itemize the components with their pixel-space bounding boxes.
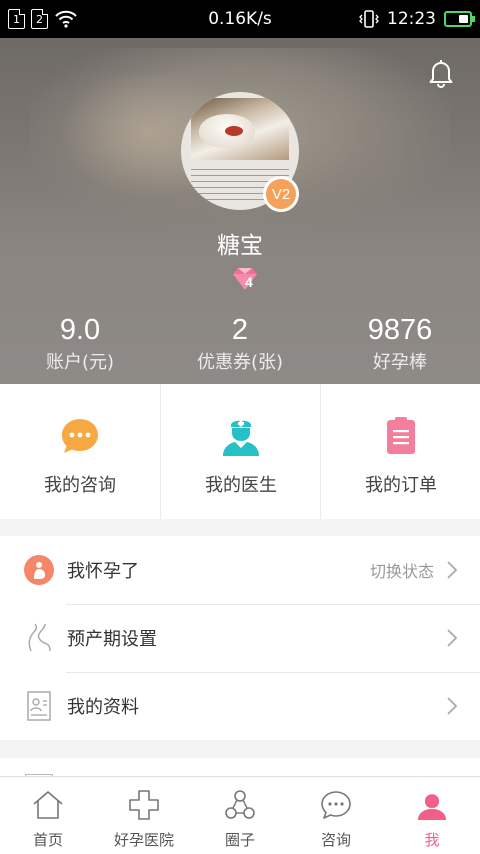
stat-coupons[interactable]: 2 优惠券(张) <box>160 312 320 374</box>
list-item-label: 我的资料 <box>67 697 139 718</box>
chevron-right-icon <box>447 629 458 647</box>
vip-badge: V2 <box>263 176 299 212</box>
chevron-right-icon <box>447 561 458 579</box>
stat-value: 2 <box>231 314 249 346</box>
chat-bubble-icon <box>62 419 98 453</box>
tab-bar: 首页 好孕医院 圈子 咨询 我 <box>0 776 480 854</box>
belly-outline-icon <box>28 623 51 652</box>
chat-icon <box>321 791 351 819</box>
circle-community-icon <box>225 790 255 819</box>
sim2-label: 2 <box>36 12 43 26</box>
tab-consult[interactable]: 咨询 <box>288 777 384 854</box>
sim2-icon: 2 <box>31 9 48 29</box>
tab-me[interactable]: 我 <box>384 777 480 854</box>
tab-label: 好孕医院 <box>113 831 174 849</box>
clipboard-icon <box>387 417 415 454</box>
switch-status-label: 切换状态 <box>369 562 434 581</box>
sim1-icon: 1 <box>8 9 25 29</box>
wifi-icon <box>55 10 77 28</box>
status-bar: 1 2 0.16K/s 12:23 <box>0 0 480 38</box>
chevron-right-icon <box>447 697 458 715</box>
stat-label: 好孕棒 <box>373 352 427 373</box>
quick-item-doctor[interactable]: 我的医生 <box>160 384 320 519</box>
tab-home[interactable]: 首页 <box>0 777 96 854</box>
list-item-partial[interactable] <box>0 758 480 778</box>
status-right: 12:23 <box>302 9 475 29</box>
clock: 12:23 <box>387 9 436 29</box>
stat-value: 9.0 <box>59 314 101 346</box>
level-number: 4 <box>245 274 253 290</box>
list-item-label: 预产期设置 <box>67 629 157 650</box>
stat-account[interactable]: 9.0 账户(元) <box>0 312 160 374</box>
tab-hospital[interactable]: 好孕医院 <box>96 777 192 854</box>
tab-label: 咨询 <box>320 831 351 849</box>
stat-label: 优惠券(张) <box>196 352 284 373</box>
sim1-label: 1 <box>13 12 20 26</box>
network-speed: 0.16K/s <box>208 9 272 29</box>
list-item-label: 我怀孕了 <box>67 561 139 582</box>
list-item-due-date[interactable]: 预产期设置 <box>0 604 480 672</box>
tab-label: 我 <box>424 831 440 849</box>
quick-item-consult[interactable]: 我的咨询 <box>0 384 160 519</box>
bell-icon[interactable] <box>428 58 454 88</box>
pregnant-icon <box>24 555 54 585</box>
vibrate-icon <box>359 10 379 28</box>
stat-points[interactable]: 9876 好孕棒 <box>320 312 480 374</box>
profile-header: V2 糖宝 4 9.0 账户(元) 2 优惠券(张) 9876 好孕棒 <box>0 38 480 384</box>
tab-label: 圈子 <box>224 831 255 849</box>
section-divider <box>0 740 480 758</box>
status-left: 1 2 <box>8 9 178 29</box>
home-icon <box>33 791 63 819</box>
quick-item-label: 我的订单 <box>365 475 437 496</box>
settings-list: 我怀孕了 切换状态 预产期设置 我的资料 <box>0 536 480 740</box>
quick-item-label: 我的医生 <box>205 475 277 496</box>
quick-item-orders[interactable]: 我的订单 <box>320 384 480 519</box>
doctor-icon <box>223 420 259 456</box>
quick-menu: 我的咨询 我的医生 我的订单 <box>0 384 480 519</box>
avatar-wrap[interactable]: V2 <box>181 92 299 212</box>
tab-community[interactable]: 圈子 <box>192 777 288 854</box>
hospital-cross-icon <box>129 790 159 820</box>
stat-value: 9876 <box>367 314 433 346</box>
stats-row: 9.0 账户(元) 2 优惠券(张) 9876 好孕棒 <box>0 312 480 374</box>
list-item-pregnant[interactable]: 我怀孕了 切换状态 <box>0 536 480 604</box>
user-icon <box>418 794 446 820</box>
username: 糖宝 <box>217 233 263 259</box>
list-item-profile[interactable]: 我的资料 <box>0 672 480 740</box>
tab-label: 首页 <box>32 831 63 849</box>
avatar-berry <box>225 126 243 136</box>
battery-icon <box>444 11 475 27</box>
stat-label: 账户(元) <box>45 352 115 373</box>
profile-card-icon <box>27 691 51 721</box>
quick-item-label: 我的咨询 <box>44 475 116 496</box>
